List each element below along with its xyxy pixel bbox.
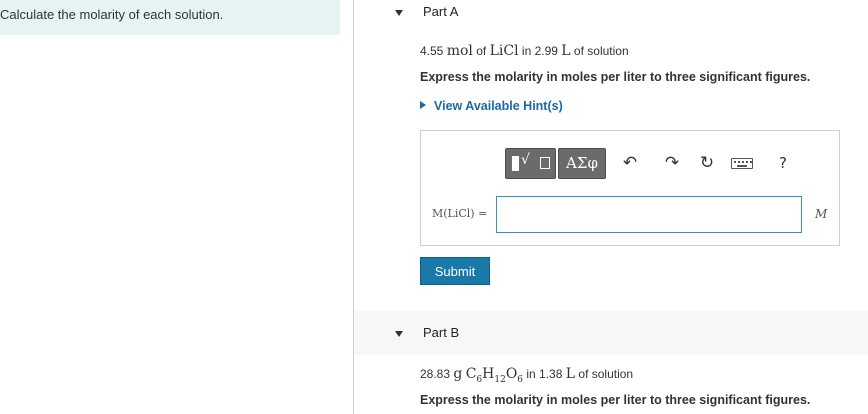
part-b-instruction: Express the molarity in moles per liter …	[420, 393, 811, 407]
view-hints-label: View Available Hint(s)	[434, 99, 563, 113]
help-button[interactable]: ?	[771, 151, 795, 175]
radical-icon: √	[521, 152, 530, 168]
part-b-header[interactable]: Part B	[354, 311, 868, 355]
problem-intro-text: Calculate the molarity of each solution.	[0, 7, 224, 22]
part-a-instruction: Express the molarity in moles per liter …	[420, 70, 811, 84]
part-a-amount: 4.55	[420, 44, 444, 58]
part-a-of: of	[476, 44, 487, 58]
answer-unit: M	[815, 207, 828, 221]
submit-button[interactable]: Submit	[420, 257, 490, 285]
templates-button[interactable]: √	[505, 148, 556, 179]
problem-intro-panel: Calculate the molarity of each solution.	[0, 0, 340, 35]
part-a-suffix: of solution	[573, 44, 629, 58]
part-a-title: Part A	[423, 4, 459, 19]
greek-symbols-button[interactable]: ΑΣφ	[558, 148, 606, 179]
part-a-volume-unit: L	[561, 43, 571, 59]
answer-label: M(LiCl) =	[432, 207, 488, 220]
template-block-icon	[512, 156, 519, 171]
part-a-compound: LiCl	[489, 43, 519, 59]
chevron-down-icon[interactable]	[395, 331, 403, 337]
part-b-amount-unit: g	[453, 366, 463, 382]
reset-icon[interactable]: ↻	[695, 151, 719, 175]
chevron-down-icon[interactable]	[395, 10, 403, 16]
keyboard-icon[interactable]	[731, 158, 753, 169]
view-hints-link[interactable]: View Available Hint(s)	[420, 99, 563, 113]
part-b-suffix: of solution	[578, 367, 634, 381]
part-a-amount-unit: mol	[446, 43, 473, 59]
answer-input[interactable]	[496, 196, 802, 233]
undo-icon[interactable]: ↶	[618, 151, 642, 175]
part-b-volume-unit: L	[565, 366, 576, 382]
part-a-in: in 2.99	[521, 44, 558, 58]
part-b-amount: 28.83	[420, 367, 451, 381]
caret-right-icon	[420, 101, 426, 109]
template-box-icon	[540, 157, 550, 169]
redo-icon[interactable]: ↷	[660, 151, 684, 175]
part-b-in: in 1.38	[526, 367, 563, 381]
part-b-compound: C6H12O6	[465, 366, 524, 385]
part-b-given: 28.83 g C6H12O6 in 1.38 L of solution	[420, 366, 633, 385]
part-b-title: Part B	[423, 325, 460, 340]
part-a-given: 4.55 mol of LiCl in 2.99 L of solution	[420, 43, 629, 59]
part-a-header[interactable]: Part A	[354, 0, 868, 38]
